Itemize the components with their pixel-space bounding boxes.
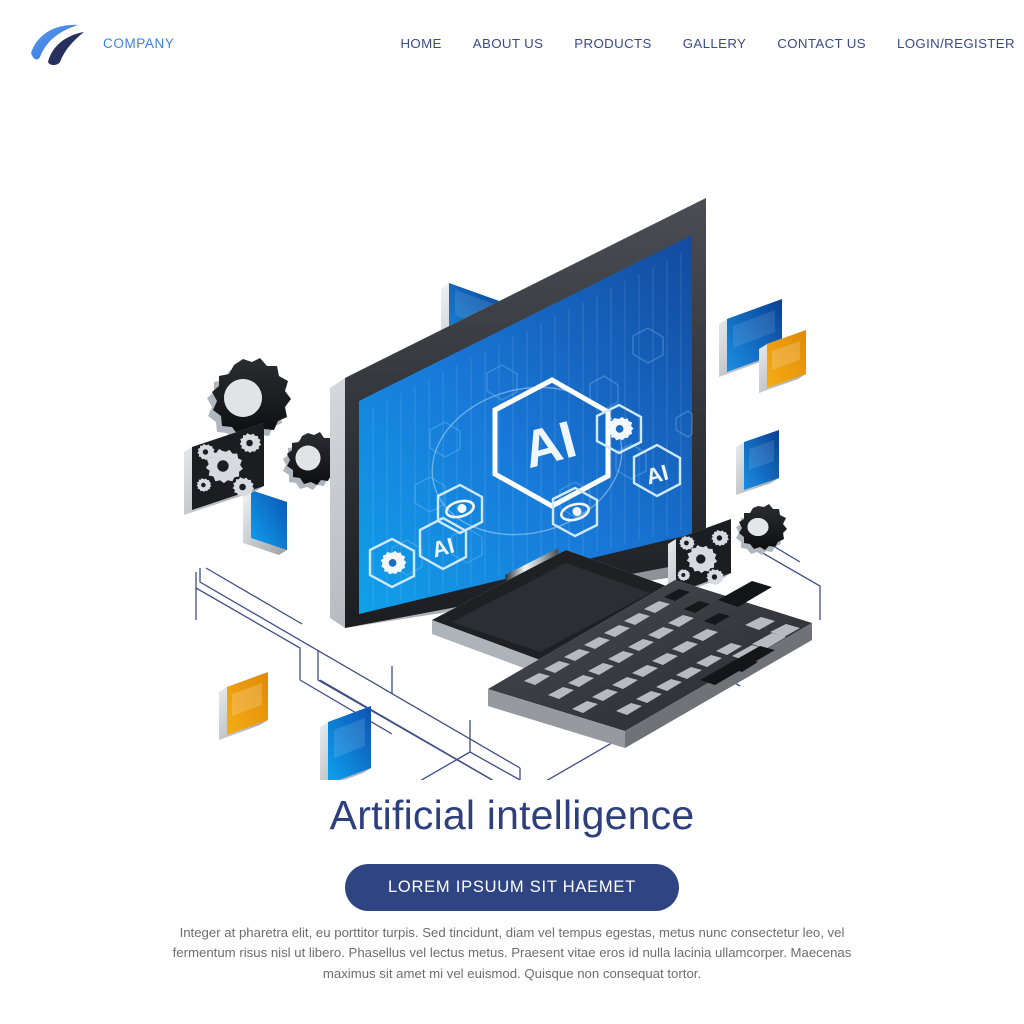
nav-item-products[interactable]: PRODUCTS — [574, 36, 651, 51]
landing-page: COMPANY HOME ABOUT US PRODUCTS GALLERY C… — [0, 0, 1024, 1024]
brand-logo-link[interactable]: COMPANY — [28, 21, 174, 65]
nav-item-login-register[interactable]: LOGIN/REGISTER — [897, 36, 1015, 51]
hero-illustration: AI AI AI — [0, 120, 1024, 780]
nav-item-gallery[interactable]: GALLERY — [683, 36, 747, 51]
main-navigation: HOME ABOUT US PRODUCTS GALLERY CONTACT U… — [400, 36, 1014, 51]
body-paragraph: Integer at pharetra elit, eu porttitor t… — [172, 925, 852, 981]
gear-right — [736, 504, 787, 555]
page-title: Artificial intelligence — [329, 792, 695, 838]
card-blue-mid-left — [243, 490, 287, 555]
nav-item-contact-us[interactable]: CONTACT US — [777, 36, 866, 51]
site-header: COMPANY HOME ABOUT US PRODUCTS GALLERY C… — [0, 0, 1024, 86]
swoosh-wing-logo-icon — [28, 21, 94, 65]
cta-container: LOREM IPSUUM SIT HAEMET — [0, 864, 1024, 911]
nav-item-home[interactable]: HOME — [400, 36, 441, 51]
brand-name: COMPANY — [103, 35, 175, 51]
card-blue-bottom-left — [320, 706, 371, 780]
card-orange-bottom-left — [219, 672, 268, 740]
nav-item-about-us[interactable]: ABOUT US — [473, 36, 544, 51]
cta-button[interactable]: LOREM IPSUUM SIT HAEMET — [345, 864, 679, 911]
card-blue-right — [736, 430, 779, 495]
